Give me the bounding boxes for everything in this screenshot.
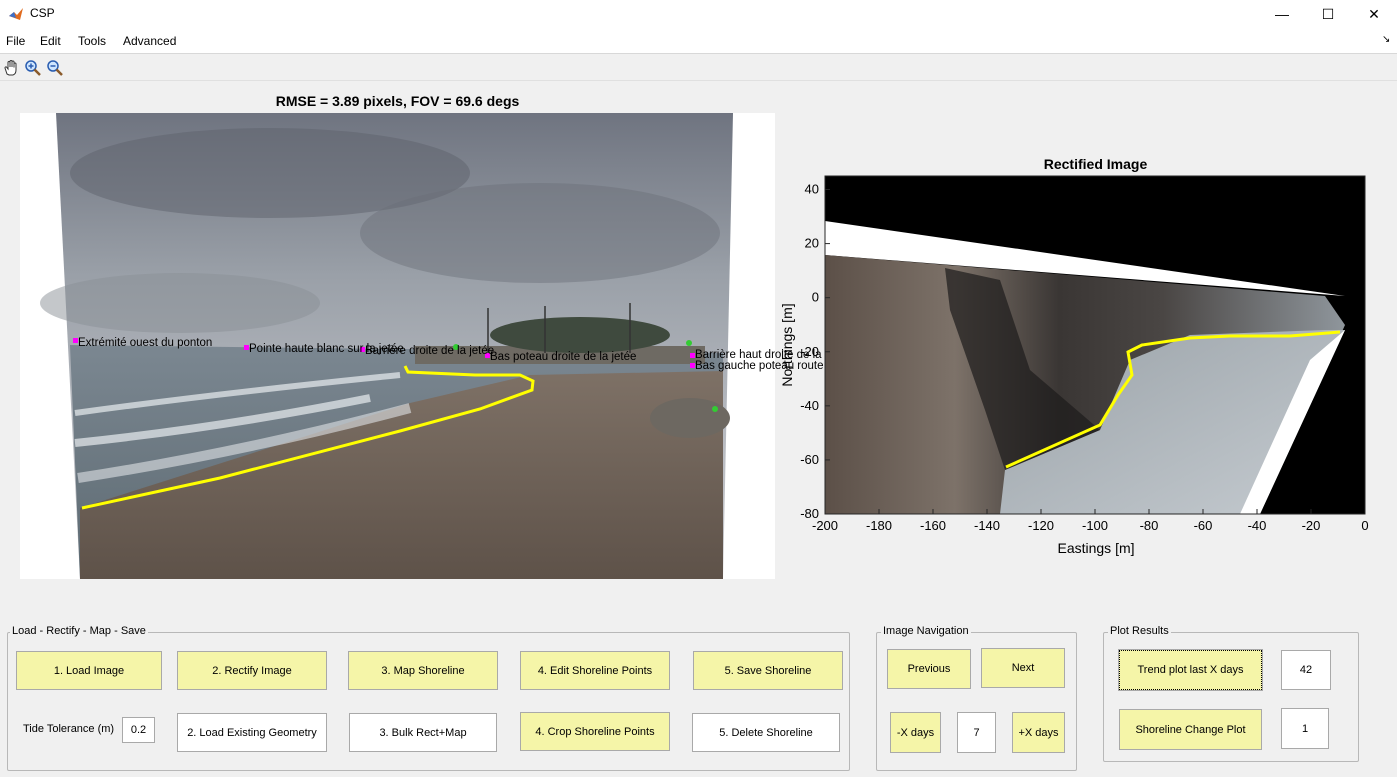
panel-title: Plot Results (1108, 625, 1171, 637)
matlab-icon (9, 8, 23, 20)
menu-advanced[interactable]: Advanced (123, 34, 176, 48)
y-tick-label: -60 (800, 452, 819, 467)
y-tick-label: -40 (800, 398, 819, 413)
change-plot-input[interactable]: 1 (1281, 708, 1329, 749)
x-axis-label: Eastings [m] (1057, 540, 1134, 556)
trees (490, 317, 670, 353)
x-tick-label: -60 (1194, 518, 1213, 533)
close-button[interactable]: ✕ (1351, 0, 1397, 28)
panel-title: Image Navigation (881, 625, 971, 637)
bulk-rect-map-button[interactable]: 3. Bulk Rect+Map (349, 713, 497, 752)
load-existing-geometry-button[interactable]: 2. Load Existing Geometry (177, 713, 327, 752)
x-tick-label: 0 (1361, 518, 1368, 533)
pan-hand-icon[interactable] (2, 59, 20, 77)
delete-shoreline-button[interactable]: 5. Delete Shoreline (692, 713, 840, 752)
tide-tolerance-input[interactable]: 0.2 (122, 717, 155, 743)
cloud (40, 273, 320, 333)
maximize-button[interactable]: ☐ (1305, 0, 1351, 28)
y-tick-label: 0 (812, 290, 819, 305)
x-tick-label: -80 (1140, 518, 1159, 533)
zoom-in-icon[interactable] (24, 59, 42, 77)
minimize-button[interactable]: — (1259, 0, 1305, 28)
trend-days-input[interactable]: 42 (1281, 650, 1331, 690)
x-tick-label: -160 (920, 518, 946, 533)
gcp-label: Barrière droite de la jetée (365, 345, 494, 357)
x-tick-label: -180 (866, 518, 892, 533)
gcp-projected-point (686, 340, 692, 346)
rectified-image-axes: -20 0 -180 -160 -140 -120 -100 -80 -60 -40 -20 0 40… (779, 175, 1369, 556)
next-button[interactable]: Next (981, 648, 1065, 688)
map-shoreline-button[interactable]: 3. Map Shoreline (348, 651, 498, 690)
x-tick-label: -20 (1302, 518, 1321, 533)
x-tick-label: -120 (1028, 518, 1054, 533)
previous-button[interactable]: Previous (887, 649, 971, 689)
window-title: CSP (30, 6, 55, 20)
dock-arrow-icon[interactable]: ↘ (1382, 34, 1390, 45)
toolbar (0, 55, 1397, 81)
gcp-label: Bas poteau droite de la jetée (490, 351, 636, 363)
y-tick-label: 20 (805, 236, 819, 251)
y-axis-label: Northings [m] (779, 303, 795, 386)
load-image-button[interactable]: 1. Load Image (16, 651, 162, 690)
edit-shoreline-points-button[interactable]: 4. Edit Shoreline Points (520, 651, 670, 690)
shoreline-change-plot-button[interactable]: Shoreline Change Plot (1119, 709, 1262, 750)
crop-shoreline-points-button[interactable]: 4. Crop Shoreline Points (520, 712, 670, 751)
minus-days-button[interactable]: -X days (890, 712, 941, 753)
menu-tools[interactable]: Tools (78, 34, 106, 48)
x-tick-label: -140 (974, 518, 1000, 533)
camera-image-axes: Extrémité ouest du ponton Pointe haute b… (20, 113, 826, 579)
trend-plot-button[interactable]: Trend plot last X days (1118, 649, 1263, 691)
days-input[interactable]: 7 (957, 712, 996, 753)
panel-title: Load - Rectify - Map - Save (10, 625, 148, 637)
rectify-image-button[interactable]: 2. Rectify Image (177, 651, 327, 690)
menu-edit[interactable]: Edit (40, 34, 61, 48)
plus-days-button[interactable]: +X days (1012, 712, 1065, 753)
zoom-out-icon[interactable] (46, 59, 64, 77)
gcp-projected-point (712, 406, 718, 412)
menu-bar: File Edit Tools Advanced ↘ (0, 28, 1397, 54)
gcp-label: Extrémité ouest du ponton (78, 337, 212, 349)
tide-tolerance-label: Tide Tolerance (m) (23, 723, 115, 735)
y-tick-label: 40 (805, 182, 819, 197)
y-tick-label: -80 (800, 506, 819, 521)
rocks (650, 398, 730, 438)
title-bar: CSP — ☐ ✕ (0, 0, 1397, 28)
y-tick-label: -20 (800, 344, 819, 359)
cloud (360, 183, 720, 283)
left-plot-title: RMSE = 3.89 pixels, FOV = 69.6 degs (275, 93, 520, 109)
x-tick-label: -40 (1248, 518, 1267, 533)
menu-file[interactable]: File (6, 34, 25, 48)
save-shoreline-button[interactable]: 5. Save Shoreline (693, 651, 843, 690)
x-tick-label: -100 (1082, 518, 1108, 533)
